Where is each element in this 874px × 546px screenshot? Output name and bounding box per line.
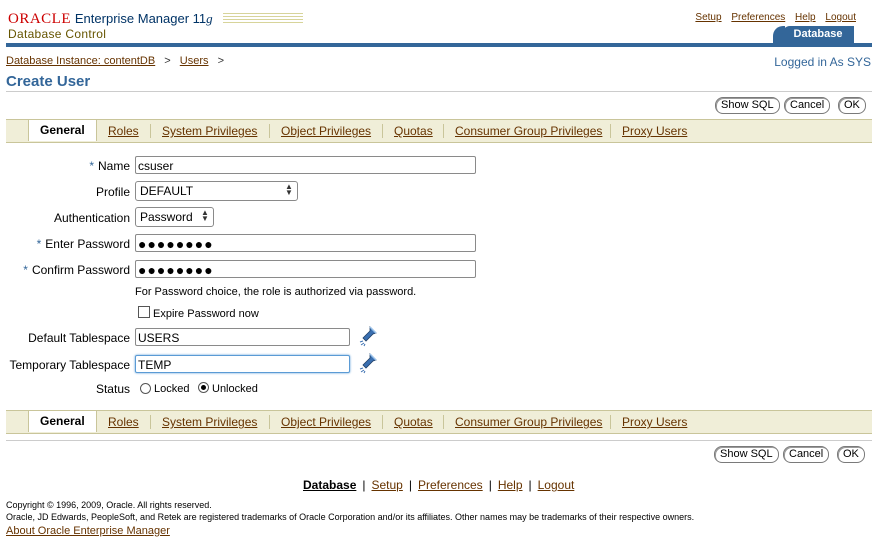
logged-in-status: Logged in As SYS	[774, 55, 871, 69]
confirm-password-label: * Confirm Password	[23, 263, 130, 277]
required-marker: *	[23, 263, 28, 277]
tab-quotas[interactable]: Quotas	[394, 415, 433, 429]
title-divider	[6, 91, 872, 92]
default-tablespace-input[interactable]: USERS	[135, 328, 350, 346]
show-sql-button[interactable]: Show SQL	[714, 446, 779, 463]
breadcrumb: Database Instance: contentDB > Users >	[6, 55, 230, 67]
footer-links: Database | Setup | Preferences | Help | Logout	[303, 478, 575, 492]
ok-button[interactable]: OK	[838, 97, 866, 114]
tab-roles[interactable]: Roles	[108, 124, 139, 138]
tab-separator	[443, 415, 444, 429]
temporary-tablespace-label: Temporary Tablespace	[9, 358, 130, 372]
footer-link-database[interactable]: Database	[303, 478, 356, 492]
expire-password-checkbox[interactable]	[138, 306, 150, 318]
profile-label: Profile	[95, 185, 130, 199]
breadcrumb-separator: >	[164, 55, 171, 67]
cancel-button[interactable]: Cancel	[783, 446, 830, 463]
status-locked-radio[interactable]	[140, 383, 151, 394]
footer-link-logout[interactable]: Logout	[538, 478, 575, 492]
authentication-select-value: Password	[140, 210, 193, 224]
tab-object-privileges[interactable]: Object Privileges	[281, 415, 371, 429]
status-unlocked-radio[interactable]	[198, 382, 209, 393]
breadcrumb-database-instance[interactable]: Database Instance: contentDB	[6, 55, 155, 67]
footer-link-preferences[interactable]: Preferences	[418, 478, 483, 492]
footer-link-help[interactable]: Help	[498, 478, 523, 492]
database-target-tab[interactable]: Database	[782, 26, 854, 43]
tab-separator	[150, 415, 151, 429]
radio-selected-dot	[201, 385, 206, 390]
enter-password-label: * Enter Password	[37, 237, 130, 251]
default-tablespace-label: Default Tablespace	[28, 331, 130, 345]
password-hint: For Password choice, the role is authori…	[135, 286, 417, 298]
trademark-text: Oracle, JD Edwards, PeopleSoft, and Rete…	[6, 512, 695, 522]
global-link-preferences[interactable]: Preferences	[731, 12, 785, 23]
status-unlocked-label: Unlocked	[212, 383, 258, 395]
select-arrows-icon: ▲ ▼	[201, 208, 209, 223]
tab-proxy-users[interactable]: Proxy Users	[622, 124, 687, 138]
show-sql-button[interactable]: Show SQL	[715, 97, 780, 114]
product-name: Enterprise Manager 11	[74, 11, 207, 26]
required-marker: *	[36, 237, 42, 251]
global-links: Setup Preferences Help Logout	[688, 12, 856, 23]
status-label: Status	[95, 382, 130, 396]
global-link-logout[interactable]: Logout	[825, 12, 856, 23]
tab-consumer-group-privileges[interactable]: Consumer Group Privileges	[455, 124, 602, 138]
subtab-bar-bottom: General Roles System Privileges Object P…	[6, 410, 872, 434]
oracle-em-logo: ORACLE Enterprise Manager 11g	[8, 10, 213, 28]
breadcrumb-users[interactable]: Users	[180, 55, 209, 67]
tab-separator	[610, 415, 611, 429]
select-arrows-icon: ▲ ▼	[285, 182, 293, 197]
profile-select[interactable]: DEFAULT ▲ ▼	[135, 181, 298, 201]
tab-separator	[269, 415, 270, 429]
flashlight-search-icon[interactable]	[358, 325, 378, 347]
tab-general[interactable]: General	[28, 411, 97, 432]
confirm-password-input[interactable]: ●●●●●●●●	[135, 260, 476, 278]
enter-password-input[interactable]: ●●●●●●●●	[135, 234, 476, 252]
tab-general[interactable]: General	[28, 120, 97, 141]
tab-separator	[382, 415, 383, 429]
brand-stripes-decoration	[223, 13, 303, 25]
required-marker: *	[89, 159, 94, 173]
bottom-divider	[6, 440, 872, 441]
oracle-wordmark: ORACLE	[8, 11, 71, 27]
authentication-select[interactable]: Password ▲ ▼	[135, 207, 214, 227]
tab-system-privileges[interactable]: System Privileges	[162, 415, 257, 429]
cancel-button[interactable]: Cancel	[784, 97, 831, 114]
breadcrumb-separator: >	[217, 55, 225, 67]
header-bar	[6, 43, 872, 47]
tab-roles[interactable]: Roles	[108, 415, 139, 429]
copyright-text: Copyright © 1996, 2009, Oracle. All righ…	[6, 500, 212, 510]
product-version: g	[206, 11, 213, 26]
database-control-subtitle: Database Control	[8, 27, 107, 41]
ok-button[interactable]: OK	[837, 446, 865, 463]
name-label-text: Name	[97, 159, 130, 173]
profile-select-value: DEFAULT	[140, 184, 194, 198]
tab-separator	[382, 124, 383, 138]
tab-consumer-group-privileges[interactable]: Consumer Group Privileges	[455, 415, 602, 429]
confirm-password-label-text: Confirm Password	[31, 263, 130, 277]
status-locked-label: Locked	[154, 383, 190, 395]
tab-system-privileges[interactable]: System Privileges	[162, 124, 257, 138]
global-link-setup[interactable]: Setup	[695, 12, 721, 23]
tab-proxy-users[interactable]: Proxy Users	[622, 415, 687, 429]
global-link-help[interactable]: Help	[795, 12, 816, 23]
name-input[interactable]: csuser	[135, 156, 476, 174]
footer-link-setup[interactable]: Setup	[372, 478, 403, 492]
tab-separator	[610, 124, 611, 138]
name-label: * Name	[89, 159, 130, 173]
flashlight-search-icon[interactable]	[358, 352, 378, 374]
subtab-bar: General Roles System Privileges Object P…	[6, 119, 872, 143]
about-oracle-em-link[interactable]: About Oracle Enterprise Manager	[6, 525, 170, 537]
temporary-tablespace-input[interactable]: TEMP	[135, 355, 350, 373]
tab-separator	[150, 124, 151, 138]
tab-separator	[269, 124, 270, 138]
authentication-label: Authentication	[53, 211, 130, 225]
page-title: Create User	[6, 73, 91, 90]
expire-password-label: Expire Password now	[153, 308, 259, 320]
tab-object-privileges[interactable]: Object Privileges	[281, 124, 371, 138]
tab-quotas[interactable]: Quotas	[394, 124, 433, 138]
enter-password-label-text: Enter Password	[45, 237, 130, 251]
tab-separator	[443, 124, 444, 138]
